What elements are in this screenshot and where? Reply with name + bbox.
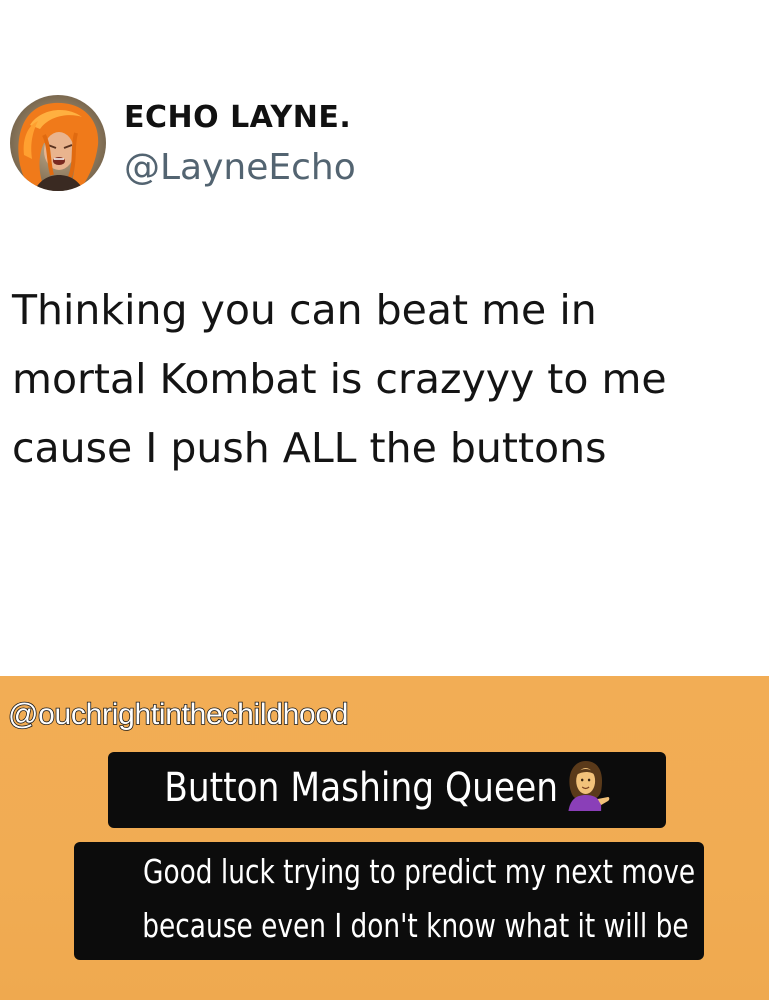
subtitle-line-text: Good luck trying to predict my next move	[143, 852, 696, 891]
subtitle-line: because even I don't know what it will b…	[74, 906, 704, 945]
subtitle-line: Good luck trying to predict my next move	[74, 852, 704, 891]
tweet-text-line: cause I push ALL the buttons	[12, 424, 607, 472]
title-caption: Button Mashing Queen	[164, 759, 610, 821]
tweet-text-line: Thinking you can beat me in	[12, 286, 597, 334]
caption-panel: @ouchrightinthechildhood Button Mashing …	[0, 676, 769, 1000]
author-handle[interactable]: @LayneEcho	[124, 147, 356, 188]
title-caption-text: Button Mashing Queen	[164, 765, 559, 811]
meme-image: ECHO LAYNE. @LayneEcho Thinking you can …	[0, 0, 769, 1000]
woman-tipping-hand-emoji-icon	[563, 759, 610, 821]
subtitle-line-text: because even I don't know what it will b…	[142, 906, 689, 945]
avatar[interactable]	[10, 95, 106, 191]
title-caption-box: Button Mashing Queen	[108, 752, 666, 828]
tweet-card: ECHO LAYNE. @LayneEcho Thinking you can …	[0, 0, 769, 676]
author-display-name[interactable]: ECHO LAYNE.	[124, 100, 351, 135]
credit-watermark: @ouchrightinthechildhood	[7, 697, 349, 732]
subtitle-caption-box: Good luck trying to predict my next move…	[74, 842, 704, 960]
tweet-text: Thinking you can beat me in mortal Komba…	[12, 276, 752, 483]
profile-photo-avatar-icon	[10, 95, 106, 191]
tweet-text-line: mortal Kombat is crazyyy to me	[12, 355, 667, 403]
